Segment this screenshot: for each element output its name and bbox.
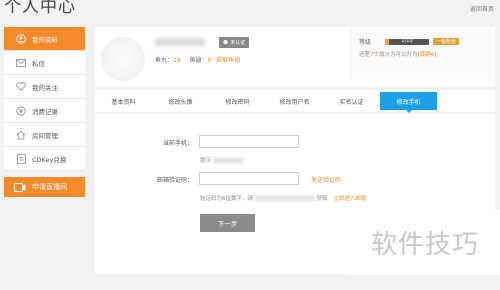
send-code-link[interactable]: 发送验证码 <box>311 175 341 184</box>
tab-basic-info[interactable]: 基本资料 <box>95 90 152 112</box>
sidebar-item-label: CDKey兑换 <box>32 155 67 164</box>
profile-card: ☻ 未认证 鱼丸：28 鱼翅：0 获取鱼翅 等级 1/10 一级粉丝 还差7个战… <box>95 27 495 87</box>
sidebar-item-records[interactable]: 消费记录 <box>4 99 85 123</box>
sidebar-item-label: 私信 <box>32 59 45 68</box>
level-progress-bar: 1/10 <box>385 37 430 45</box>
tab-password[interactable]: 修改密码 <box>209 90 266 112</box>
fishfin-value: 0 <box>207 57 212 64</box>
current-phone-label: 当前手机： <box>162 140 193 147</box>
avatar[interactable] <box>101 37 145 81</box>
sidebar-item-messages[interactable]: 私信 <box>4 51 85 75</box>
enter-email-link[interactable]: 立即进入邮箱 <box>333 196 366 202</box>
apply-stream-button[interactable]: 申请直播间 <box>4 177 85 197</box>
code-tip-suffix: 获取 <box>316 196 328 202</box>
phone-tip-label: 提示 <box>200 158 212 164</box>
sidebar-item-follows[interactable]: 我的关注 <box>4 75 85 99</box>
sidebar-item-label: 我的资料 <box>32 35 58 44</box>
username-redacted <box>155 38 205 46</box>
level-label: 等级 <box>359 39 372 46</box>
coin-icon <box>16 105 26 116</box>
tab-avatar[interactable]: 修改头像 <box>152 90 209 112</box>
sidebar: 我的资料 私信 我的关注 消费记录 房间管理 CDKey兑换 申请直播间 <box>4 27 85 197</box>
card-icon <box>16 153 26 164</box>
watermark: 软件技巧 <box>350 210 500 275</box>
sidebar-item-label: 房间管理 <box>32 131 58 140</box>
mail-icon <box>16 58 26 68</box>
next-step-button[interactable]: 下一步 <box>200 214 255 232</box>
tip-mid: 个战斗力可以升为 <box>373 52 418 58</box>
phone-tip: 提示 <box>200 156 243 164</box>
sidebar-item-rooms[interactable]: 房间管理 <box>4 123 85 147</box>
current-phone-input[interactable] <box>199 135 299 148</box>
email-code-input[interactable] <box>199 172 299 185</box>
level-progress-text: 1/10 <box>401 37 413 44</box>
heart-icon <box>16 82 26 92</box>
tip-highlight-2: [黄铜4] <box>417 52 437 58</box>
verify-badge[interactable]: ☻ 未认证 <box>219 37 250 48</box>
tip-prefix: 还差 <box>359 52 371 58</box>
fishfin-label: 鱼翅： <box>189 57 208 64</box>
level-badge: 一级粉丝 <box>433 38 460 45</box>
verify-icon: ☻ <box>223 39 229 46</box>
sidebar-item-profile[interactable]: 我的资料 <box>4 27 85 51</box>
phone-tip-redacted <box>212 158 243 163</box>
code-tip-prefix: 验证码为6位数字，请 <box>200 196 253 202</box>
code-tip: 验证码为6位数字，请 获取 立即进入邮箱 <box>200 194 366 202</box>
fishball-value: 28 <box>173 57 181 64</box>
code-tip-redacted <box>254 196 315 201</box>
video-icon <box>14 182 26 192</box>
email-code-label: 邮箱验证码： <box>156 177 193 184</box>
level-tip: 还差7个战斗力可以升为[黄铜4] <box>359 50 436 58</box>
home-icon <box>16 130 26 140</box>
sidebar-item-cdkey[interactable]: CDKey兑换 <box>4 147 85 171</box>
tab-username[interactable]: 修改用户名 <box>266 90 323 112</box>
sidebar-item-label: 消费记录 <box>32 107 58 116</box>
sidebar-item-label: 我的关注 <box>32 83 58 92</box>
tab-phone[interactable]: 修改手机 <box>380 92 437 113</box>
user-icon <box>16 33 26 44</box>
settings-tabs: 基本资料 修改头像 修改密码 修改用户名 实名认证 修改手机 <box>95 90 495 113</box>
tab-real-name[interactable]: 实名认证 <box>323 90 380 112</box>
fishball-label: 鱼丸： <box>155 57 174 64</box>
back-home-link[interactable]: 返回首页 <box>470 4 494 13</box>
page-title: 个人中心 <box>4 0 76 17</box>
level-panel: 等级 1/10 一级粉丝 还差7个战斗力可以升为[黄铜4] <box>350 29 491 79</box>
get-fishfin-link[interactable]: 获取鱼翅 <box>216 57 240 64</box>
currency-stats: 鱼丸：28 鱼翅：0 获取鱼翅 <box>155 55 240 64</box>
verify-label: 未认证 <box>230 40 246 46</box>
apply-stream-label: 申请直播间 <box>32 183 67 191</box>
